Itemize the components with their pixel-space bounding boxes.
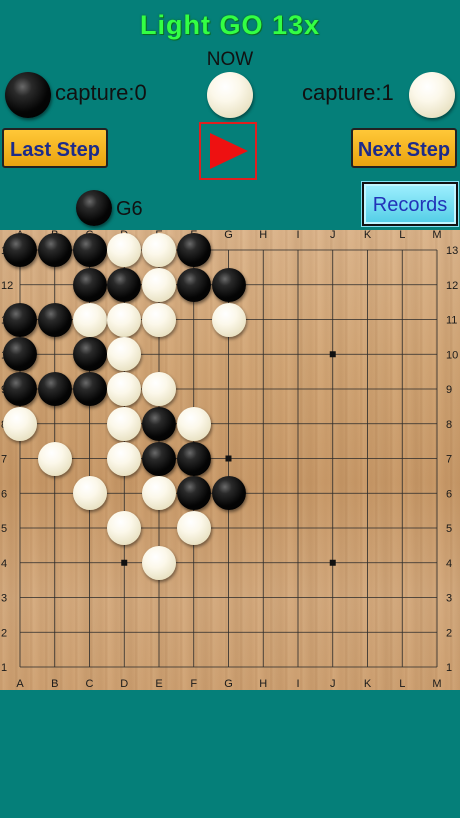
row-label-left: 5: [1, 523, 7, 535]
row-label-right: 2: [446, 627, 452, 639]
white-stone: [107, 233, 142, 267]
column-label-bottom: F: [190, 678, 197, 690]
white-player-stone-icon: [409, 72, 455, 118]
row-label-left: 12: [1, 280, 13, 292]
row-label-right: 10: [446, 349, 458, 361]
last-move-stone-icon: [76, 190, 112, 226]
row-label-right: 12: [446, 280, 458, 292]
row-label-right: 7: [446, 454, 452, 466]
black-stone: [3, 337, 37, 372]
row-label-left: 4: [1, 558, 7, 570]
white-stone: [176, 511, 211, 545]
black-stone: [107, 267, 142, 302]
last-move-label: G6: [116, 198, 143, 220]
column-label-bottom: B: [51, 678, 58, 690]
row-label-right: 4: [446, 558, 452, 570]
column-label-top: H: [259, 230, 267, 241]
column-label-top: J: [330, 230, 336, 241]
black-stone: [72, 233, 107, 267]
white-stone: [107, 406, 142, 441]
column-label-top: L: [399, 230, 405, 241]
column-label-top: K: [364, 230, 372, 241]
white-stone: [142, 233, 176, 267]
white-stone: [142, 372, 176, 406]
white-stone: [142, 267, 176, 302]
star-point: [329, 351, 336, 358]
white-stone: [72, 476, 107, 511]
black-stone: [37, 233, 72, 267]
black-stone: [3, 372, 37, 406]
star-point: [121, 559, 128, 566]
white-stone: [72, 302, 107, 337]
column-label-bottom: G: [224, 678, 233, 690]
row-label-right: 3: [446, 593, 452, 605]
black-stone: [142, 406, 176, 441]
black-stone: [37, 302, 72, 337]
row-label-right: 8: [446, 419, 452, 431]
row-label-right: 11: [446, 315, 457, 327]
star-point: [225, 455, 232, 462]
app-title: Light GO 13x: [139, 10, 321, 40]
black-stone: [176, 267, 211, 302]
row-label-right: 6: [446, 488, 452, 500]
row-label-right: 9: [446, 384, 452, 396]
column-label-top: G: [224, 230, 233, 241]
star-point: [329, 559, 336, 566]
white-stone: [211, 302, 246, 337]
play-icon: [210, 133, 248, 169]
column-label-top: I: [296, 230, 299, 241]
black-stone: [37, 372, 72, 406]
row-label-left: 3: [1, 593, 7, 605]
row-label-left: 1: [1, 662, 7, 674]
row-label-left: 6: [1, 488, 7, 500]
white-stone: [107, 372, 142, 406]
black-stone: [72, 372, 107, 406]
white-stone: [107, 302, 142, 337]
column-label-bottom: M: [432, 678, 441, 690]
black-stone: [72, 337, 107, 372]
black-stone: [176, 476, 211, 511]
row-label-left: 2: [1, 627, 7, 639]
now-turn-stone-icon: [207, 72, 253, 118]
white-stone: [37, 441, 72, 476]
black-stone: [211, 267, 246, 302]
black-capture-count: capture:0: [55, 80, 147, 105]
white-stone: [142, 476, 176, 511]
column-label-bottom: K: [364, 678, 372, 690]
row-label-right: 1: [446, 662, 452, 674]
row-label-right: 5: [446, 523, 452, 535]
white-capture-count: capture:1: [302, 80, 394, 105]
column-label-top: M: [432, 230, 441, 241]
column-label-bottom: E: [155, 678, 162, 690]
white-stone: [176, 406, 211, 441]
black-stone: [3, 302, 37, 337]
column-label-bottom: H: [259, 678, 267, 690]
white-stone: [3, 406, 37, 441]
white-stone: [107, 511, 142, 545]
next-step-button[interactable]: Next Step: [351, 128, 457, 168]
black-stone: [72, 267, 107, 302]
column-label-bottom: C: [86, 678, 94, 690]
black-stone: [142, 441, 176, 476]
column-label-bottom: A: [16, 678, 24, 690]
go-board[interactable]: AABBCCDDEEFFGGHHIIJJKKLLMM13131212111110…: [0, 230, 460, 690]
column-label-bottom: I: [296, 678, 299, 690]
black-stone: [176, 233, 211, 267]
last-step-button[interactable]: Last Step: [2, 128, 108, 168]
now-label: NOW: [206, 49, 254, 70]
white-stone: [142, 302, 176, 337]
white-stone: [142, 545, 176, 580]
white-stone: [107, 441, 142, 476]
black-stone: [211, 476, 246, 511]
row-label-left: 7: [1, 454, 7, 466]
black-stone: [176, 441, 211, 476]
records-button[interactable]: Records: [362, 182, 458, 226]
play-button[interactable]: [199, 122, 257, 180]
black-player-stone-icon: [5, 72, 51, 118]
column-label-bottom: L: [399, 678, 405, 690]
column-label-bottom: D: [120, 678, 128, 690]
row-label-right: 13: [446, 245, 458, 257]
column-label-bottom: J: [330, 678, 336, 690]
black-stone: [3, 233, 37, 267]
